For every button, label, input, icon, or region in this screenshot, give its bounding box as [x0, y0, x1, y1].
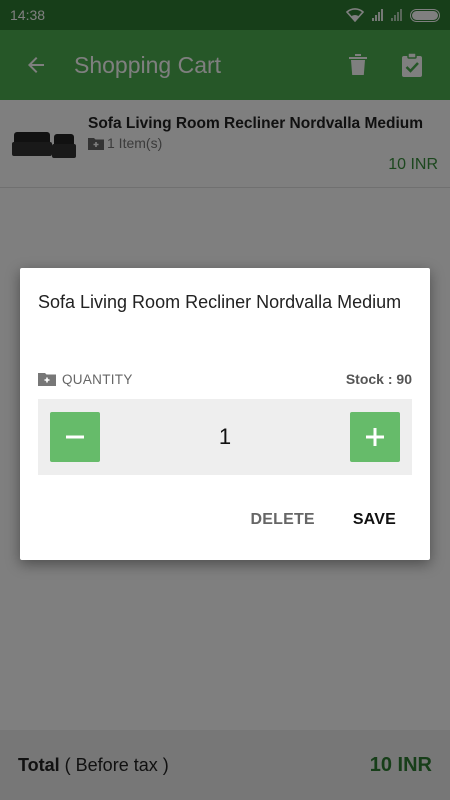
quantity-label: QUANTITY — [62, 371, 133, 387]
delete-button[interactable]: DELETE — [238, 505, 326, 535]
increment-button[interactable] — [350, 412, 400, 462]
quantity-stepper: 1 — [38, 399, 412, 475]
quantity-label-group: QUANTITY — [38, 372, 133, 387]
save-button[interactable]: SAVE — [341, 505, 408, 535]
folder-plus-icon — [38, 373, 56, 386]
quantity-header: QUANTITY Stock : 90 — [38, 371, 412, 387]
quantity-value[interactable]: 1 — [219, 424, 231, 450]
stock-label: Stock : — [345, 371, 393, 387]
plus-icon — [366, 428, 384, 446]
stock-indicator: Stock : 90 — [346, 371, 412, 387]
edit-quantity-dialog: Sofa Living Room Recliner Nordvalla Medi… — [20, 268, 430, 560]
decrement-button[interactable] — [50, 412, 100, 462]
minus-icon — [66, 435, 84, 439]
dialog-title: Sofa Living Room Recliner Nordvalla Medi… — [38, 292, 402, 312]
dialog-actions: DELETE SAVE — [20, 505, 430, 535]
stock-value: 90 — [396, 371, 412, 387]
